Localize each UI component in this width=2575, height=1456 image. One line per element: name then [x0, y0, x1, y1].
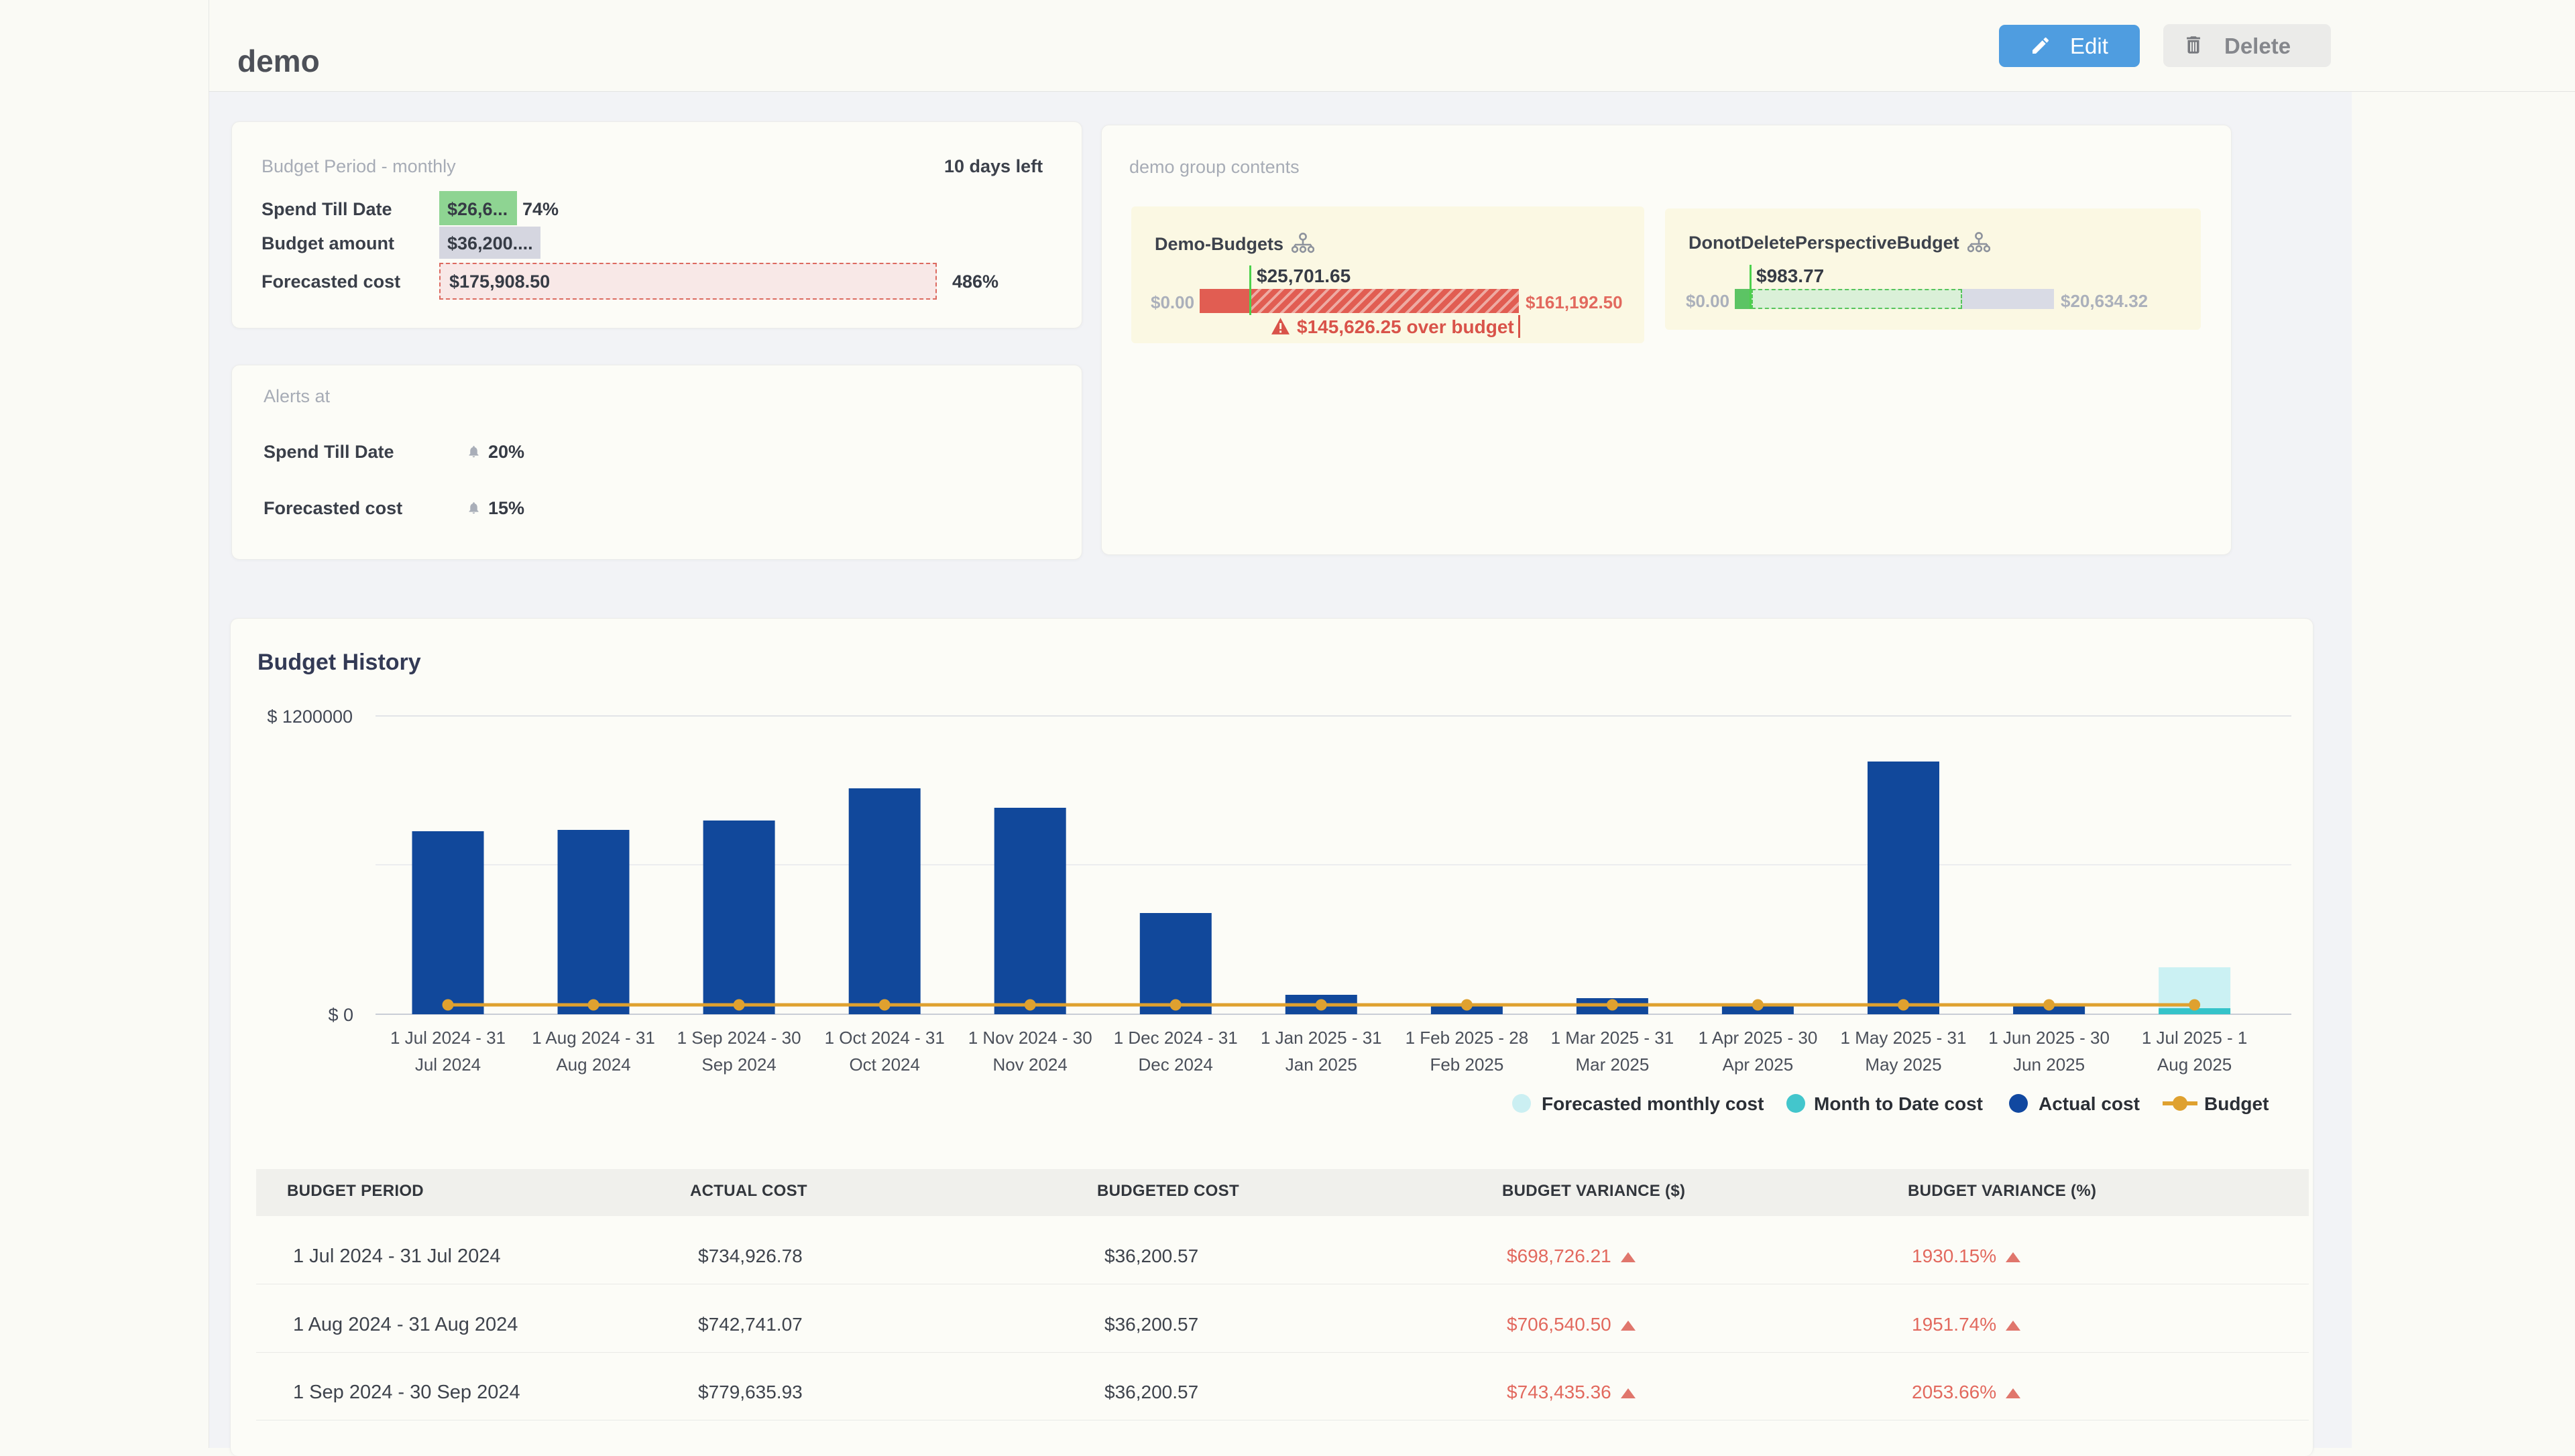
- svg-text:May 2025: May 2025: [1865, 1054, 1941, 1075]
- svg-text:Mar 2025: Mar 2025: [1575, 1054, 1649, 1075]
- svg-text:Actual cost: Actual cost: [2039, 1093, 2140, 1114]
- svg-text:Jan 2025: Jan 2025: [1285, 1054, 1357, 1075]
- svg-text:1 Aug 2024 - 31: 1 Aug 2024 - 31: [532, 1028, 655, 1048]
- svg-text:1 Dec 2024 - 31: 1 Dec 2024 - 31: [1114, 1028, 1238, 1048]
- svg-text:Oct 2024: Oct 2024: [849, 1054, 920, 1075]
- svg-text:1 Oct 2024 - 31: 1 Oct 2024 - 31: [825, 1028, 945, 1048]
- svg-text:Month to Date cost: Month to Date cost: [1814, 1093, 1983, 1114]
- svg-text:Forecasted monthly cost: Forecasted monthly cost: [1542, 1093, 1764, 1114]
- svg-text:1 Apr 2025 - 30: 1 Apr 2025 - 30: [1698, 1028, 1817, 1048]
- svg-text:Aug 2025: Aug 2025: [2157, 1054, 2232, 1075]
- svg-text:1 Jul 2025 - 1: 1 Jul 2025 - 1: [2142, 1028, 2248, 1048]
- svg-text:Feb 2025: Feb 2025: [1430, 1054, 1503, 1075]
- svg-text:1 Mar 2025 - 31: 1 Mar 2025 - 31: [1551, 1028, 1674, 1048]
- svg-text:Sep 2024: Sep 2024: [701, 1054, 776, 1075]
- svg-text:1 Jun 2025 - 30: 1 Jun 2025 - 30: [1988, 1028, 2110, 1048]
- svg-text:1 Jul 2024 - 31: 1 Jul 2024 - 31: [390, 1028, 506, 1048]
- svg-text:$ 0: $ 0: [328, 1005, 353, 1025]
- svg-text:Jul 2024: Jul 2024: [415, 1054, 481, 1075]
- svg-text:1 Nov 2024 - 30: 1 Nov 2024 - 30: [968, 1028, 1092, 1048]
- svg-text:Nov 2024: Nov 2024: [993, 1054, 1068, 1075]
- svg-text:Jun 2025: Jun 2025: [2013, 1054, 2085, 1075]
- svg-text:1 Jan 2025 - 31: 1 Jan 2025 - 31: [1261, 1028, 1382, 1048]
- svg-text:Budget: Budget: [2204, 1093, 2269, 1114]
- svg-text:Apr 2025: Apr 2025: [1723, 1054, 1794, 1075]
- svg-text:Aug 2024: Aug 2024: [556, 1054, 630, 1075]
- svg-text:Dec 2024: Dec 2024: [1139, 1054, 1213, 1075]
- svg-text:1 Sep 2024 - 30: 1 Sep 2024 - 30: [677, 1028, 801, 1048]
- svg-text:1 May 2025 - 31: 1 May 2025 - 31: [1841, 1028, 1967, 1048]
- svg-text:$ 1200000: $ 1200000: [267, 707, 353, 727]
- svg-text:1 Feb 2025 - 28: 1 Feb 2025 - 28: [1406, 1028, 1529, 1048]
